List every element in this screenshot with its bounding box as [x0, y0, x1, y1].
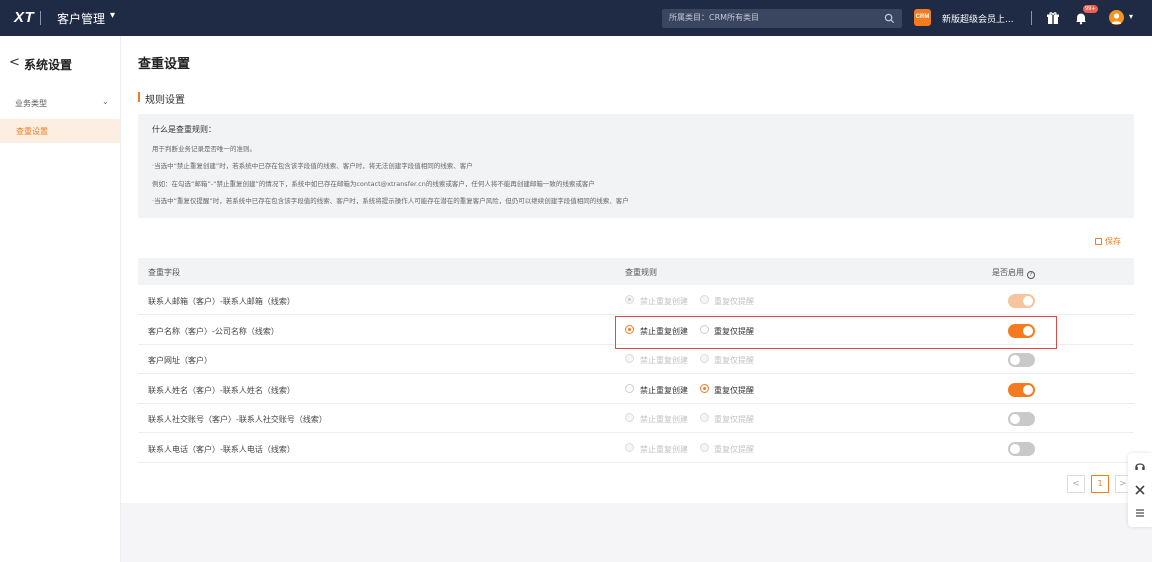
sidebar-item-label: 查重设置 — [16, 127, 48, 136]
main-content: 查重设置 规则设置 什么是查重规则： 用于判断业务记录是否唯一的准则。 ·当选中… — [121, 36, 1152, 503]
logo[interactable]: XT — [14, 9, 34, 26]
save-icon — [1095, 238, 1102, 245]
section-accent-bar — [138, 92, 140, 102]
pagination-page-button[interactable]: 1 — [1091, 475, 1109, 493]
table-header: 查重字段 查重规则 是否启用? — [138, 258, 1134, 285]
info-heading: 什么是查重规则： — [152, 125, 216, 134]
info-line: ·当选中“禁止重复创建”时，若系统中已存在包含该字段值的线索、客户时，将无法创建… — [152, 162, 473, 170]
field-label: 联系人邮箱（客户）-联系人邮箱（线索） — [148, 297, 295, 306]
menu-icon[interactable] — [1134, 507, 1146, 519]
pagination-next-button[interactable]: > — [1115, 475, 1129, 493]
radio-forbid-duplicate — [625, 295, 634, 304]
radio-forbid-label: 禁止重复创建 — [640, 356, 688, 365]
radio-remind-only — [700, 354, 709, 363]
sidebar-title: 系统设置 — [24, 58, 73, 72]
radio-remind-label[interactable]: 重复仅提醒 — [714, 385, 754, 396]
radio-remind-label: 重复仅提醒 — [714, 356, 754, 365]
rule-info-box: 什么是查重规则： 用于判断业务记录是否唯一的准则。 ·当选中“禁止重复创建”时，… — [138, 114, 1134, 218]
crm-badge-icon: CRM — [914, 9, 931, 26]
pagination-prev-button[interactable]: < — [1067, 475, 1085, 493]
radio-forbid-duplicate[interactable] — [625, 383, 634, 393]
sidebar-item-dedup-settings[interactable]: 查重设置 — [0, 119, 120, 143]
table-row: 联系人姓名（客户）-联系人姓名（线索） 禁止重复创建 重复仅提醒 — [138, 374, 1134, 404]
app-switcher-title[interactable]: 客户管理 — [57, 10, 105, 27]
category-search-input[interactable]: 所属类目：CRM所有类目 — [662, 9, 902, 28]
radio-remind-only — [700, 295, 709, 304]
column-header-enabled: 是否启用? — [992, 267, 1035, 279]
info-line: 例如：在勾选“邮箱”-“禁止重复创建”的情况下，系统中如已存在邮箱为contac… — [152, 180, 595, 188]
top-navigation-bar: XT 客户管理 ▾ 所属类目：CRM所有类目 CRM 新版超级会员上... 99… — [0, 0, 1152, 36]
radio-remind-only — [700, 442, 709, 452]
search-icon[interactable] — [884, 13, 895, 24]
save-label: 保存 — [1105, 237, 1121, 246]
sidebar-group-business-type[interactable]: 业务类型 — [15, 98, 47, 109]
field-label: 联系人电话（客户）-联系人电话（线索） — [148, 444, 295, 454]
table-row: 联系人邮箱（客户）-联系人邮箱（线索） 禁止重复创建 重复仅提醒 — [138, 286, 1134, 315]
divider — [40, 11, 41, 25]
back-arrow-icon[interactable]: < — [9, 55, 20, 70]
section-title: 规则设置 — [145, 95, 185, 106]
notification-badge: 99+ — [1083, 5, 1098, 13]
help-icon[interactable]: ? — [1027, 271, 1035, 279]
caret-down-icon[interactable]: ▾ — [110, 10, 115, 21]
radio-remind-label: 重复仅提醒 — [714, 297, 754, 306]
enable-toggle[interactable] — [1008, 353, 1035, 367]
chevron-down-icon[interactable]: ⌄ — [102, 97, 109, 106]
field-label: 客户名称（客户）-公司名称（线索） — [148, 326, 279, 336]
avatar[interactable] — [1109, 10, 1124, 25]
info-line: ·当选中“重复仅提醒”时，若系统中已存在包含该字段值的线索、客户时，系统将提示操… — [152, 197, 629, 205]
divider — [1031, 11, 1032, 25]
radio-forbid-label: 禁止重复创建 — [640, 297, 688, 306]
table-row: 联系人电话（客户）-联系人电话（线索） 禁止重复创建 重复仅提醒 — [138, 433, 1134, 463]
save-button[interactable]: 保存 — [1095, 236, 1121, 247]
field-label: 客户网址（客户） — [148, 356, 212, 365]
search-placeholder: 所属类目：CRM所有类目 — [669, 13, 760, 22]
user-icon — [1111, 13, 1122, 24]
sidebar: < 系统设置 业务类型 ⌄ 查重设置 — [0, 36, 121, 562]
field-label: 联系人社交账号（客户）-联系人社交账号（线索） — [148, 415, 327, 424]
radio-forbid-label[interactable]: 禁止重复创建 — [640, 385, 688, 396]
column-header-enabled-label: 是否启用 — [992, 268, 1024, 277]
radio-forbid-duplicate — [625, 354, 634, 363]
gift-icon[interactable] — [1046, 11, 1060, 25]
radio-forbid-label: 禁止重复创建 — [640, 444, 688, 454]
page-title: 查重设置 — [138, 57, 191, 72]
highlight-box — [615, 316, 1057, 349]
column-header-field: 查重字段 — [148, 268, 180, 277]
radio-remind-only — [700, 413, 709, 422]
radio-forbid-label: 禁止重复创建 — [640, 415, 688, 424]
floating-tool-panel — [1128, 453, 1152, 527]
radio-remind-only[interactable] — [700, 383, 709, 393]
enable-toggle — [1008, 294, 1035, 308]
radio-forbid-duplicate — [625, 413, 634, 422]
field-label: 联系人姓名（客户）-联系人姓名（线索） — [148, 385, 295, 395]
enable-toggle[interactable] — [1008, 412, 1035, 426]
radio-remind-label: 重复仅提醒 — [714, 444, 754, 454]
headset-icon[interactable] — [1134, 460, 1146, 472]
radio-remind-label: 重复仅提醒 — [714, 415, 754, 424]
caret-down-icon[interactable]: ▾ — [1129, 12, 1133, 21]
column-header-rule: 查重规则 — [625, 268, 657, 277]
radio-forbid-duplicate — [625, 442, 634, 452]
table-row: 联系人社交账号（客户）-联系人社交账号（线索） 禁止重复创建 重复仅提醒 — [138, 404, 1134, 433]
tools-icon[interactable] — [1134, 484, 1146, 496]
info-line: 用于判断业务记录是否唯一的准则。 — [152, 145, 256, 153]
bell-icon[interactable] — [1074, 11, 1088, 25]
enable-toggle[interactable] — [1008, 441, 1035, 456]
promo-link[interactable]: 新版超级会员上... — [942, 12, 1014, 25]
enable-toggle[interactable] — [1008, 382, 1035, 397]
table-row: 客户网址（客户） 禁止重复创建 重复仅提醒 — [138, 345, 1134, 374]
